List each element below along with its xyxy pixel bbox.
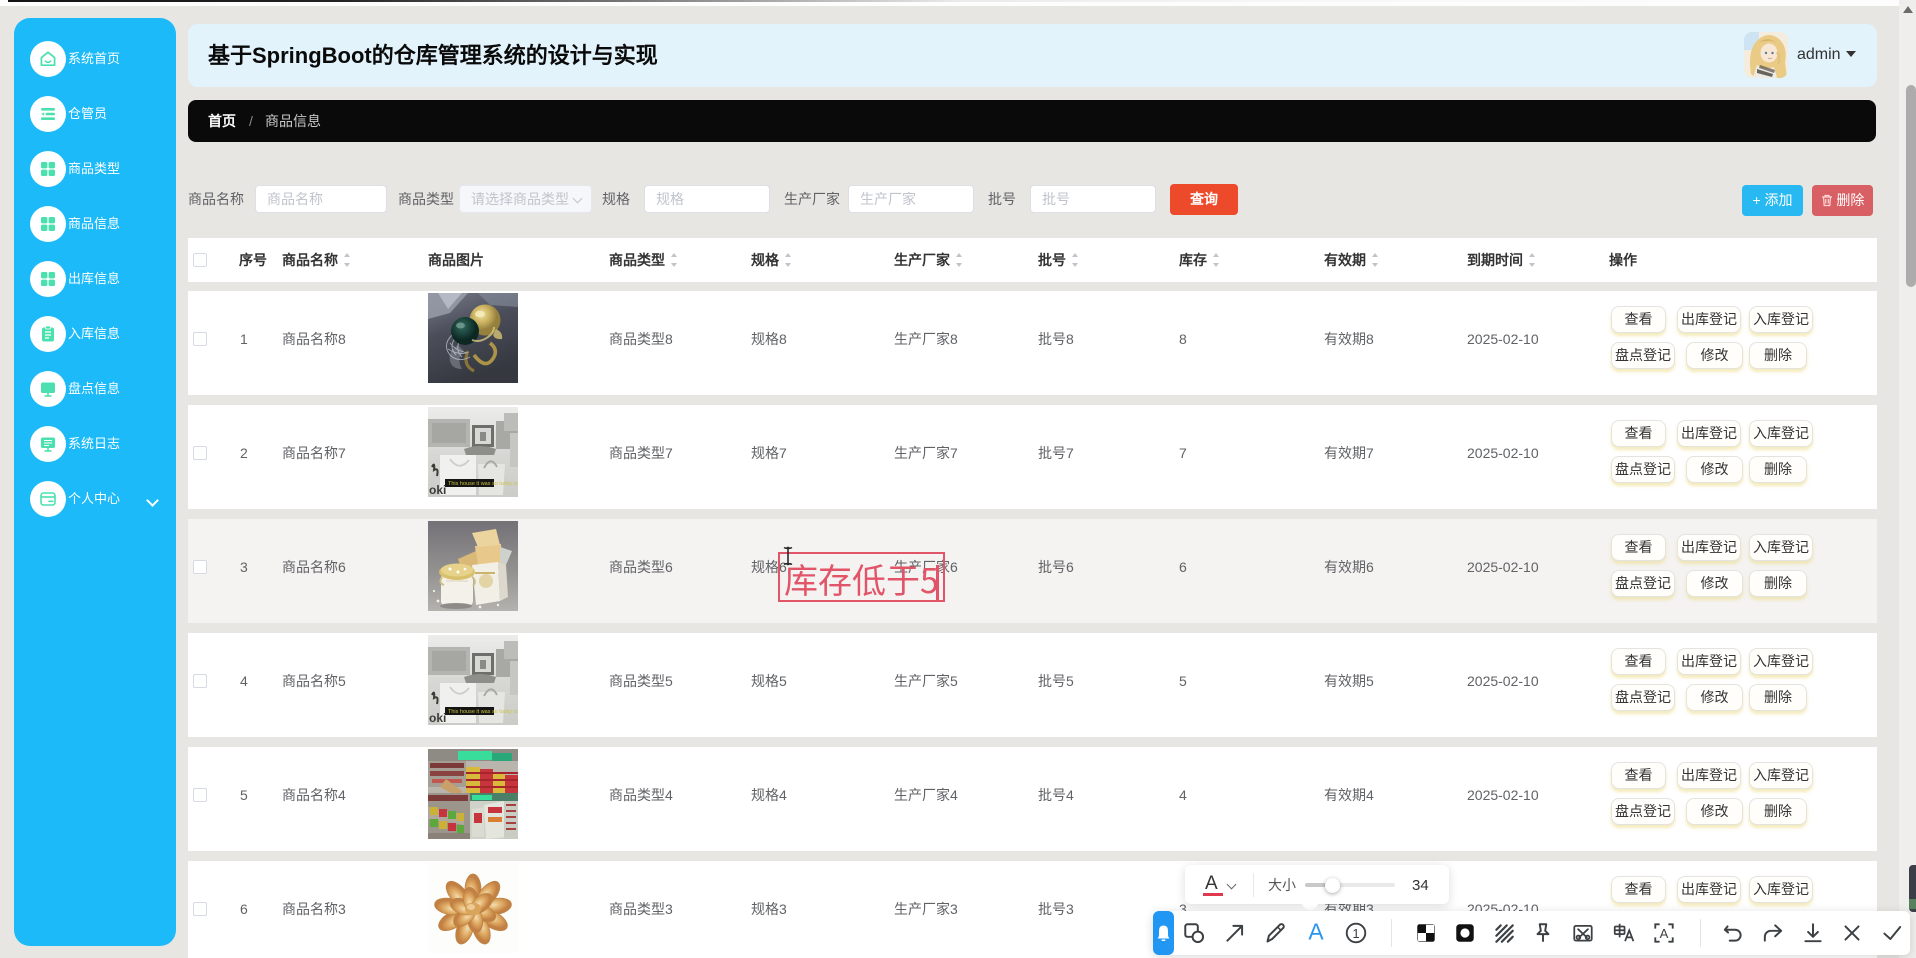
svg-text:oki: oki xyxy=(429,483,446,497)
svg-text:1: 1 xyxy=(1352,926,1359,941)
svg-text:This house it was so lucky com: This house it was so lucky come witho... xyxy=(448,481,518,487)
svg-text:oki: oki xyxy=(429,711,446,725)
svg-text:A: A xyxy=(1308,921,1324,945)
svg-text:This house it was so lucky com: This house it was so lucky come witho... xyxy=(448,709,518,715)
svg-text:A: A xyxy=(1660,926,1669,941)
